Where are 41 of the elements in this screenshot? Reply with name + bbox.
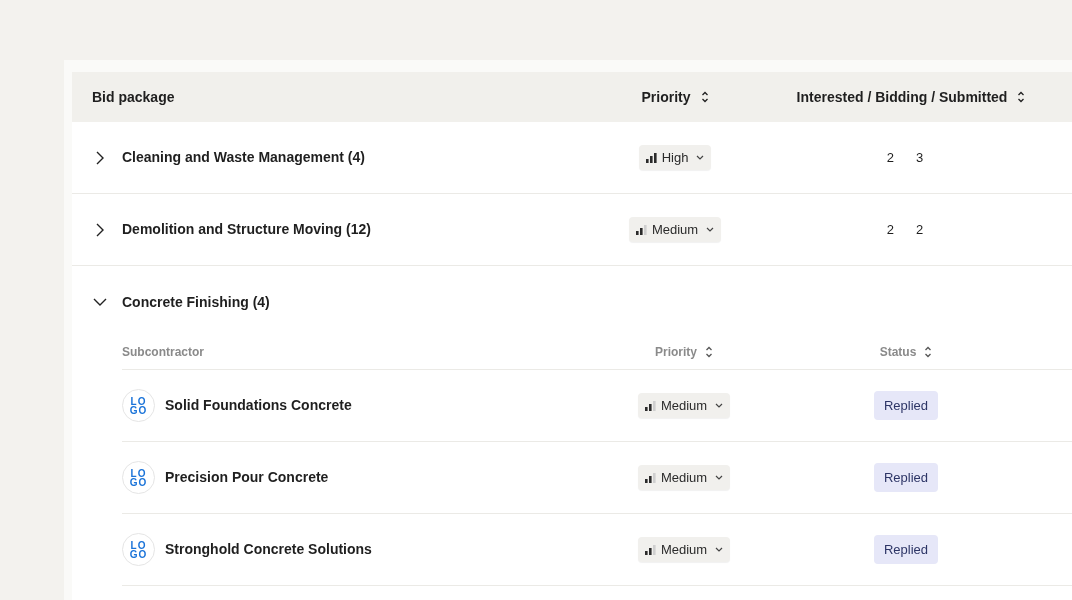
column-header[interactable]: Subcontractor bbox=[122, 342, 204, 361]
company-logo: LOGO bbox=[122, 461, 155, 494]
company-logo: LOGO bbox=[122, 533, 155, 566]
subcontractor-name: Precision Pour Concrete bbox=[165, 468, 329, 487]
priority-dropdown[interactable]: Medium bbox=[637, 393, 731, 418]
column-header[interactable]: Bid package bbox=[92, 86, 175, 108]
caret-icon bbox=[715, 547, 724, 552]
collapse-chevron-icon[interactable] bbox=[92, 298, 108, 306]
priority-dropdown[interactable]: Medium bbox=[637, 537, 731, 562]
priority-dropdown[interactable]: Medium bbox=[637, 465, 731, 490]
count-value: 2 bbox=[886, 148, 894, 167]
caret-icon bbox=[715, 403, 724, 408]
column-header[interactable]: Interested / Bidding / Submitted bbox=[796, 86, 1026, 108]
company-logo: LOGO bbox=[122, 389, 155, 422]
status-badge: Replied bbox=[873, 462, 939, 493]
status-badge: Replied bbox=[873, 534, 939, 565]
sort-icon[interactable] bbox=[700, 91, 709, 103]
bid-package-name: Cleaning and Waste Management (4) bbox=[122, 148, 365, 167]
bid-package-name: Demolition and Structure Moving (12) bbox=[122, 220, 371, 239]
priority-bars-icon bbox=[635, 224, 647, 235]
sort-icon[interactable] bbox=[1017, 91, 1026, 103]
count-value: 2 bbox=[886, 220, 894, 239]
caret-icon bbox=[706, 227, 715, 232]
bid-package-name: Concrete Finishing (4) bbox=[122, 292, 270, 312]
count-value: 3 bbox=[916, 148, 924, 167]
subcontractor-name: Stronghold Concrete Solutions bbox=[165, 540, 372, 559]
priority-bars-icon bbox=[644, 400, 656, 411]
caret-icon bbox=[715, 475, 724, 480]
subcontractor-name: Solid Foundations Concrete bbox=[165, 396, 352, 415]
sort-icon[interactable] bbox=[924, 345, 933, 358]
priority-dropdown[interactable]: High bbox=[638, 145, 712, 170]
column-header[interactable]: Priority bbox=[641, 86, 709, 108]
priority-bars-icon bbox=[644, 544, 656, 555]
priority-dropdown[interactable]: Medium bbox=[628, 217, 722, 242]
count-value: 2 bbox=[916, 220, 924, 239]
column-header[interactable]: Status bbox=[879, 342, 933, 361]
caret-icon bbox=[696, 155, 705, 160]
priority-bars-icon bbox=[645, 152, 657, 163]
priority-bars-icon bbox=[644, 472, 656, 483]
sort-icon[interactable] bbox=[705, 345, 713, 358]
status-badge: Replied bbox=[873, 390, 939, 421]
